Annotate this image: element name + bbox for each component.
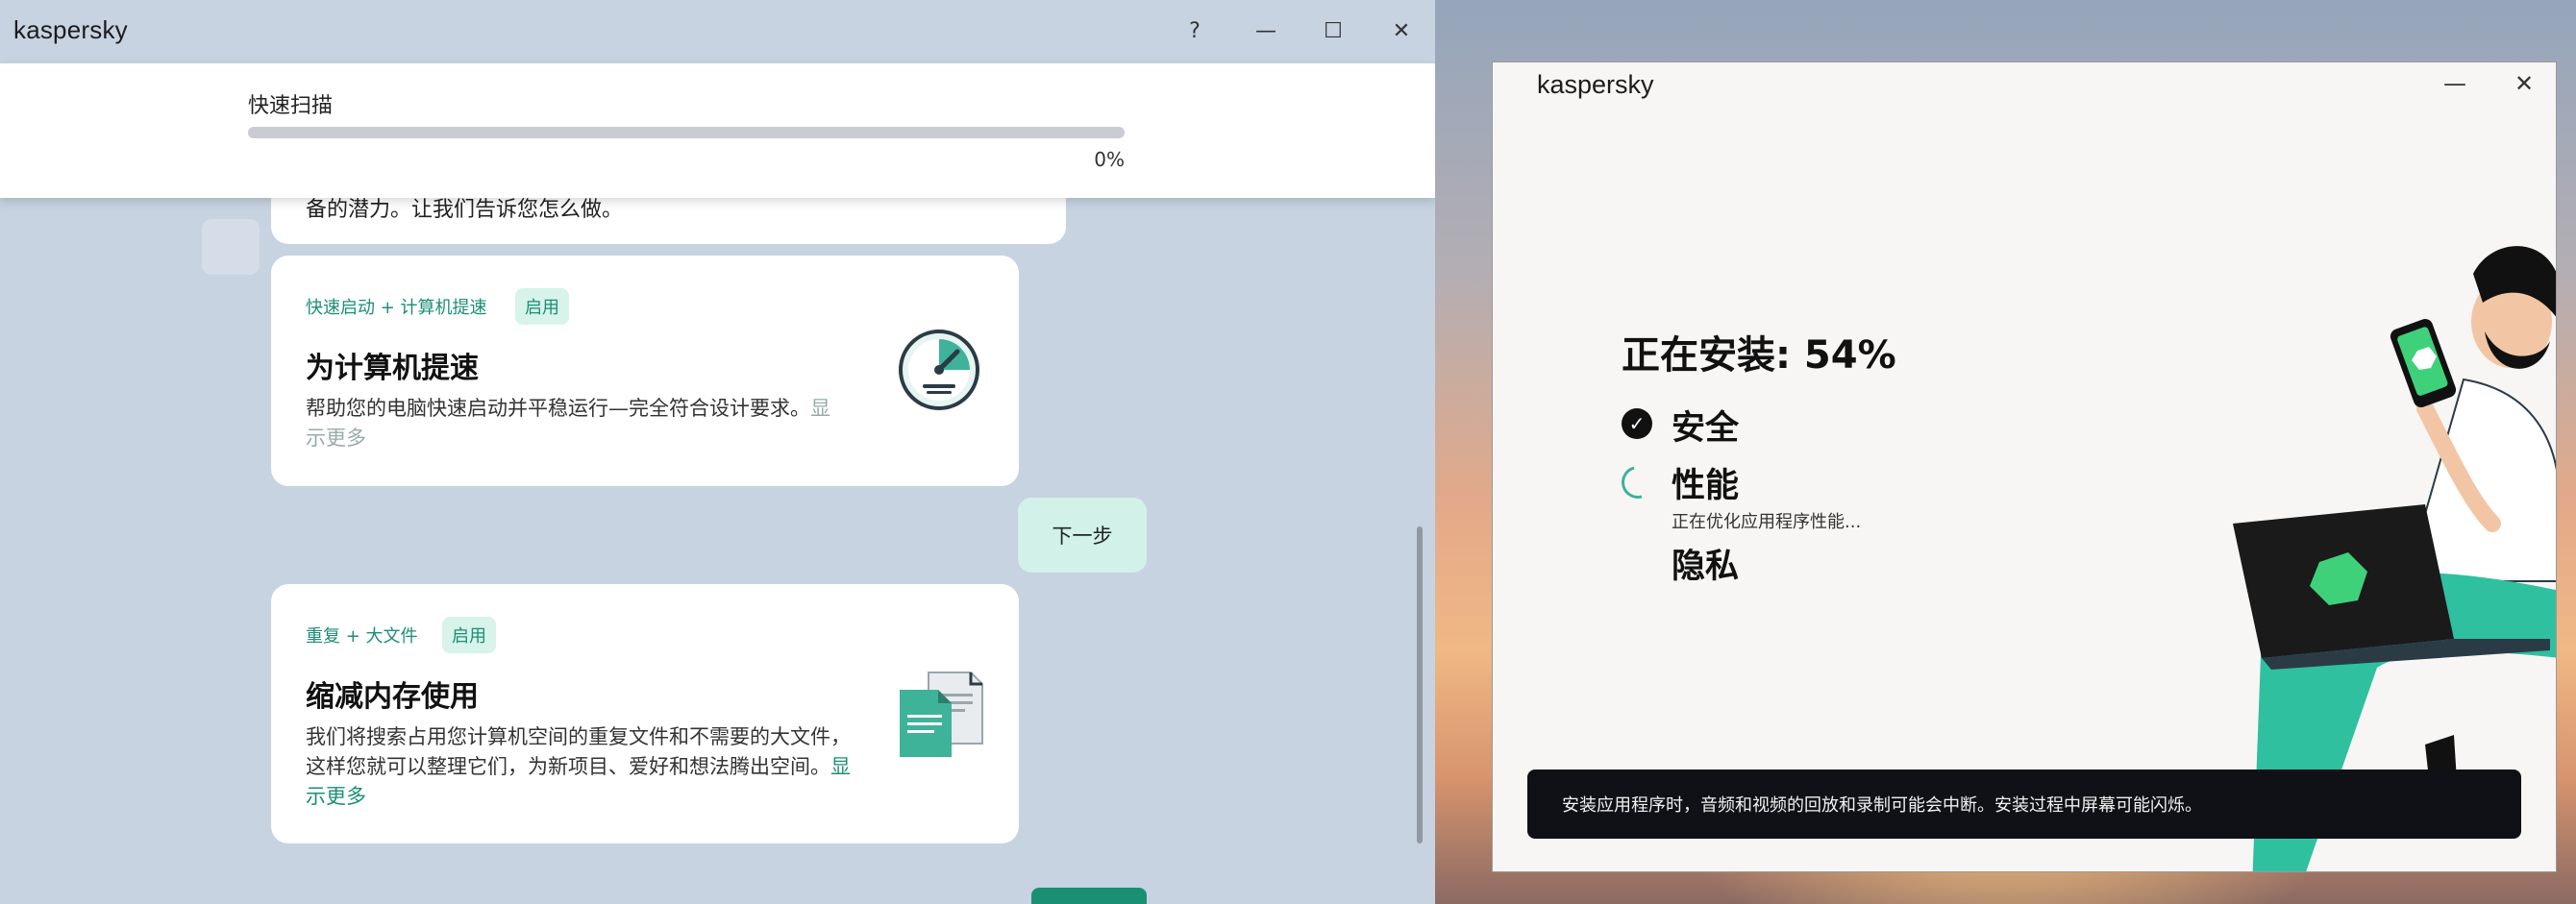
- step-label: 安全: [1672, 409, 1740, 448]
- installer-brand-logo: kaspersky: [1537, 70, 1654, 99]
- step-label: 隐私: [1672, 548, 1740, 586]
- speedometer-icon: [899, 330, 979, 410]
- desktop-app-icon: [202, 219, 260, 275]
- bottom-action-button[interactable]: [1031, 888, 1147, 904]
- step-sublabel: 正在优化应用程序性能...: [1672, 512, 1862, 532]
- reduce-memory-card: 重复 + 大文件 启用 缩减内存使用 我们将搜索占用您计算机空间的重复文件和不需…: [271, 584, 1019, 843]
- installer-minimize-button[interactable]: —: [2431, 64, 2479, 103]
- check-icon: ✓: [1622, 408, 1652, 439]
- scan-progress-bar: [248, 127, 1125, 138]
- installer-close-button[interactable]: ✕: [2500, 64, 2548, 103]
- card-tag: 重复 + 大文件: [306, 626, 418, 647]
- card-description: 帮助您的电脑快速启动并平稳运行—完全符合设计要求。显示更多: [306, 397, 830, 450]
- close-button[interactable]: ✕: [1379, 12, 1424, 50]
- enabled-badge: 启用: [515, 288, 569, 325]
- loading-spinner-icon: [1615, 459, 1661, 505]
- enabled-badge: 启用: [442, 617, 496, 653]
- card-title: 缩减内存使用: [306, 680, 479, 714]
- scan-progress-label: 0%: [1094, 148, 1125, 171]
- next-step-button[interactable]: 下一步: [1018, 498, 1147, 573]
- card-description: 我们将搜索占用您计算机空间的重复文件和不需要的大文件，这样您就可以整理它们，为新…: [306, 725, 851, 808]
- kaspersky-installer-window: kaspersky — ✕ 正在安装: 54% ✓ 安全 性能 正在优化应用程序…: [1492, 61, 2557, 872]
- install-notice-banner: 安装应用程序时，音频和视频的回放和录制可能会中断。安装过程中屏幕可能闪烁。: [1527, 770, 2521, 839]
- documents-icon: [900, 672, 983, 757]
- brand-logo: kaspersky: [13, 15, 128, 44]
- kaspersky-main-window: kaspersky ? — ☐ ✕ 快速扫描 0% 备的潜力。让我们告诉您怎么做…: [0, 0, 1435, 904]
- quick-scan-panel: 快速扫描 0%: [0, 63, 1435, 198]
- speedup-card: 快速启动 + 计算机提速 启用 为计算机提速 帮助您的电脑快速启动并平稳运行—完…: [271, 256, 1019, 486]
- scan-title: 快速扫描: [248, 94, 334, 118]
- card-title: 为计算机提速: [306, 352, 479, 385]
- titlebar: kaspersky ? — ☐ ✕: [0, 0, 1435, 61]
- minimize-button[interactable]: —: [1244, 12, 1288, 50]
- maximize-button[interactable]: ☐: [1311, 12, 1355, 50]
- scrollbar[interactable]: [1417, 526, 1423, 843]
- help-button[interactable]: ?: [1173, 12, 1217, 50]
- step-label: 性能: [1672, 467, 1740, 505]
- install-progress-heading: 正在安装: 54%: [1622, 333, 1896, 378]
- card-tag: 快速启动 + 计算机提速: [306, 298, 487, 318]
